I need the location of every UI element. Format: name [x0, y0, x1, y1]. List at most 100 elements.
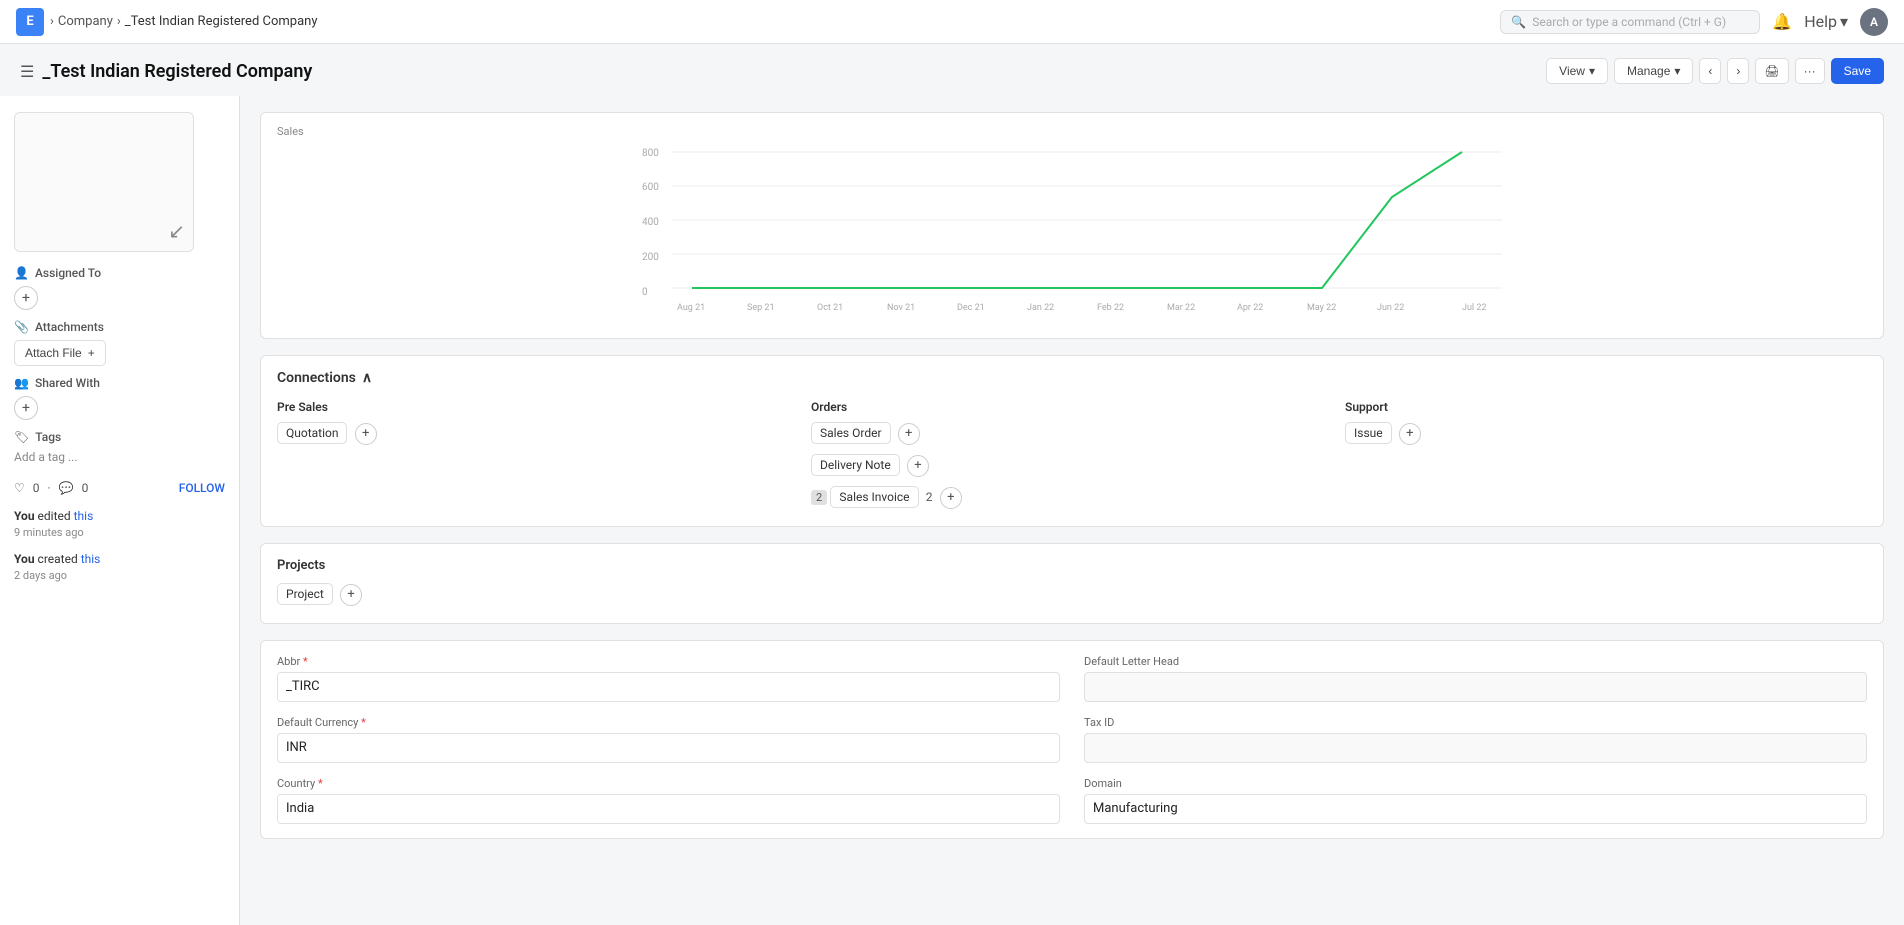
breadcrumb-current: _Test Indian Registered Company: [125, 14, 318, 29]
default-letter-head-value[interactable]: [1084, 672, 1867, 702]
y-label-200: 200: [642, 252, 659, 263]
support-col: Support Issue +: [1345, 400, 1867, 512]
tax-id-label: Tax ID: [1084, 716, 1867, 729]
project-tag[interactable]: Project: [277, 583, 333, 605]
connections-grid: Pre Sales Quotation + Orders Sales Order…: [277, 400, 1867, 512]
follow-button[interactable]: FOLLOW: [179, 481, 225, 495]
tag-icon: 🏷: [14, 430, 29, 444]
y-label-0: 0: [642, 287, 648, 298]
x-dec21: Dec 21: [957, 303, 985, 313]
orders-row-1: Sales Order +: [811, 422, 1333, 448]
tags-label: 🏷 Tags: [14, 430, 225, 444]
sales-invoice-count: 2: [926, 490, 933, 504]
notification-bell[interactable]: 🔔: [1772, 12, 1792, 31]
add-shared-button[interactable]: +: [14, 396, 38, 420]
add-issue-button[interactable]: +: [1399, 423, 1421, 445]
activity-time-2: 2 days ago: [14, 568, 225, 585]
default-currency-label: Default Currency *: [277, 716, 1060, 729]
breadcrumb-sep-1: ›: [50, 14, 54, 29]
default-currency-value[interactable]: INR: [277, 733, 1060, 763]
search-bar[interactable]: 🔍 Search or type a command (Ctrl + G): [1500, 10, 1760, 34]
attach-plus-icon: +: [88, 346, 95, 360]
shared-with-label: 👥 Shared With: [14, 376, 225, 390]
topnav-right: 🔍 Search or type a command (Ctrl + G) 🔔 …: [1500, 8, 1888, 36]
country-value[interactable]: India: [277, 794, 1060, 824]
add-project-button[interactable]: +: [340, 584, 362, 606]
print-button[interactable]: 🖨: [1755, 58, 1788, 84]
currency-required: *: [361, 716, 366, 729]
save-button[interactable]: Save: [1831, 58, 1884, 84]
view-chevron-icon: ▾: [1589, 64, 1595, 78]
add-sales-invoice-button[interactable]: +: [940, 487, 962, 509]
search-placeholder: Search or type a command (Ctrl + G): [1532, 15, 1726, 29]
x-aug21: Aug 21: [677, 303, 705, 313]
add-assigned-button[interactable]: +: [14, 286, 38, 310]
page-header: ☰ _Test Indian Registered Company View ▾…: [0, 44, 1904, 84]
company-avatar[interactable]: ↙: [14, 112, 194, 252]
country-required: *: [318, 777, 323, 790]
hamburger-icon[interactable]: ☰: [20, 62, 34, 81]
y-label-600: 600: [642, 182, 659, 193]
assigned-to-section: 👤 Assigned To +: [14, 266, 225, 310]
delivery-note-tag[interactable]: Delivery Note: [811, 454, 900, 476]
sales-invoice-tag[interactable]: Sales Invoice: [830, 486, 918, 508]
breadcrumb-company[interactable]: Company: [58, 14, 113, 29]
activity-link-2[interactable]: this: [81, 552, 101, 566]
activity-actor-1: You: [14, 509, 35, 523]
attach-file-button[interactable]: Attach File +: [14, 340, 106, 366]
social-row: ♡ 0 · 💬 0 FOLLOW: [14, 481, 225, 495]
domain-label: Domain: [1084, 777, 1867, 790]
cursor-icon: ↙: [168, 219, 185, 243]
add-delivery-note-button[interactable]: +: [907, 455, 929, 477]
next-button[interactable]: ›: [1727, 58, 1749, 84]
people-icon: 👥: [14, 376, 29, 390]
projects-title: Projects: [277, 558, 1867, 573]
view-button[interactable]: View ▾: [1546, 58, 1608, 84]
add-quotation-button[interactable]: +: [355, 423, 377, 445]
abbr-label: Abbr *: [277, 655, 1060, 668]
sales-order-tag[interactable]: Sales Order: [811, 422, 891, 444]
add-tag-button[interactable]: Add a tag ...: [14, 450, 78, 464]
activity-action-1: edited: [38, 509, 71, 523]
help-button[interactable]: Help ▾: [1804, 12, 1848, 31]
tax-id-value[interactable]: [1084, 733, 1867, 763]
app-icon[interactable]: E: [16, 8, 44, 36]
dot-sep: ·: [48, 481, 51, 495]
breadcrumb-sep-2: ›: [117, 14, 121, 29]
y-label-800: 800: [642, 148, 659, 159]
pre-sales-col: Pre Sales Quotation +: [277, 400, 799, 512]
content-inner: ↙ 👤 Assigned To + 📎 Attachments: [0, 96, 1904, 925]
activity-link-1[interactable]: this: [74, 509, 94, 523]
abbr-value[interactable]: _TIRC: [277, 672, 1060, 702]
activity-item-1: You edited this 9 minutes ago: [14, 507, 225, 542]
x-oct21: Oct 21: [817, 303, 843, 313]
search-icon: 🔍: [1511, 15, 1526, 29]
avatar[interactable]: A: [1860, 8, 1888, 36]
page-title-area: ☰ _Test Indian Registered Company: [20, 61, 312, 82]
attachments-label: 📎 Attachments: [14, 320, 225, 334]
topnav-left: E › Company › _Test Indian Registered Co…: [16, 8, 318, 36]
help-chevron-icon: ▾: [1840, 12, 1848, 31]
right-panel: Sales 800 600 400 200 0: [240, 96, 1904, 925]
country-label: Country *: [277, 777, 1060, 790]
orders-row-2: Delivery Note +: [811, 454, 1333, 480]
content-area: ☰ _Test Indian Registered Company View ▾…: [0, 44, 1904, 925]
more-button[interactable]: ···: [1795, 58, 1825, 84]
manage-button[interactable]: Manage ▾: [1614, 58, 1693, 84]
prev-button[interactable]: ‹: [1699, 58, 1721, 84]
default-letter-head-label: Default Letter Head: [1084, 655, 1867, 668]
add-sales-order-button[interactable]: +: [898, 423, 920, 445]
default-letter-head-field: Default Letter Head: [1084, 655, 1867, 702]
comment-icon: 💬: [59, 481, 74, 495]
x-mar22: Mar 22: [1167, 303, 1195, 313]
y-label-400: 400: [642, 217, 659, 228]
x-jan22: Jan 22: [1027, 303, 1054, 313]
domain-value[interactable]: Manufacturing: [1084, 794, 1867, 824]
activity-action-2: created: [38, 552, 78, 566]
quotation-tag[interactable]: Quotation: [277, 422, 347, 444]
activity-item-2: You created this 2 days ago: [14, 550, 225, 585]
support-title: Support: [1345, 400, 1867, 414]
issue-tag[interactable]: Issue: [1345, 422, 1392, 444]
x-jun22: Jun 22: [1377, 303, 1404, 313]
connections-header[interactable]: Connections ∧: [277, 370, 1867, 386]
